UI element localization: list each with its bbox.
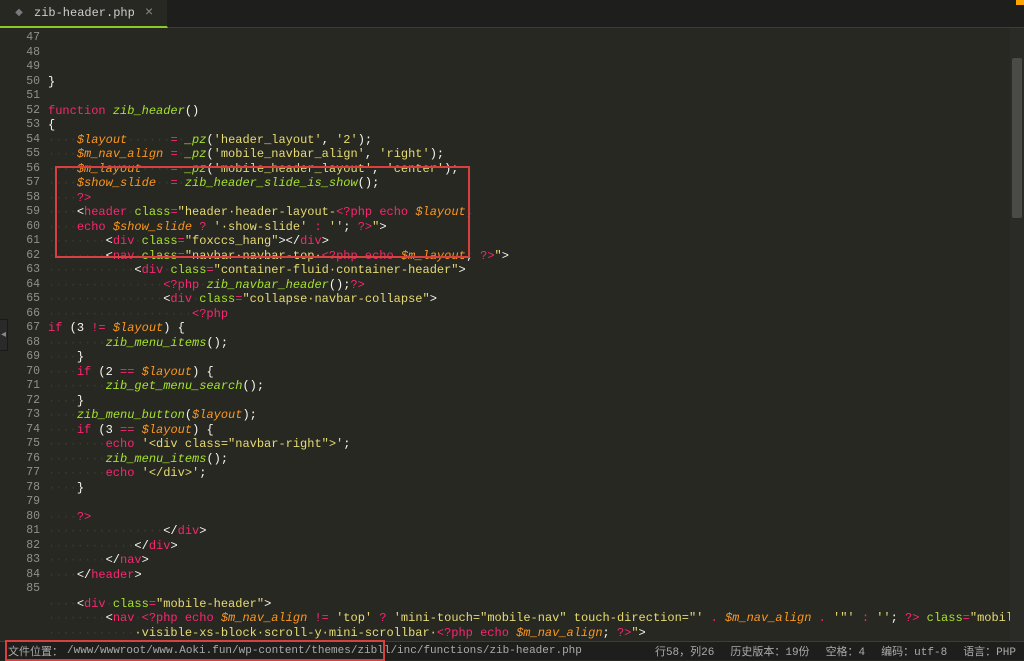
marker-strip <box>1016 0 1024 5</box>
scrollbar-thumb[interactable] <box>1012 58 1022 218</box>
tab-bar: ◆ zib-header.php × <box>0 0 1024 28</box>
panel-collapse-handle[interactable]: ◂ <box>0 319 8 351</box>
close-icon[interactable]: × <box>143 5 155 21</box>
editor-area[interactable]: ◂ 47484950515253545556575859606162636465… <box>0 28 1024 641</box>
status-bar: 文件位置： /www/wwwroot/www.Aoki.fun/wp-conte… <box>0 641 1024 660</box>
file-path-label: 文件位置： <box>8 643 63 659</box>
encoding[interactable]: 编码：utf-8 <box>881 643 947 659</box>
php-file-icon: ◆ <box>12 6 26 20</box>
history-version[interactable]: 历史版本：19份 <box>730 643 809 659</box>
language-mode[interactable]: 语言：PHP <box>963 643 1016 659</box>
tab-title: zib-header.php <box>34 6 135 20</box>
tab-zib-header[interactable]: ◆ zib-header.php × <box>0 0 168 28</box>
file-path: /www/wwwroot/www.Aoki.fun/wp-content/the… <box>67 645 582 657</box>
cursor-position[interactable]: 行58，列26 <box>655 643 714 659</box>
code-content[interactable]: }function zib_header(){····$layout······… <box>48 28 1024 641</box>
scrollbar-track[interactable] <box>1010 28 1024 641</box>
indent-setting[interactable]: 空格：4 <box>826 643 866 659</box>
